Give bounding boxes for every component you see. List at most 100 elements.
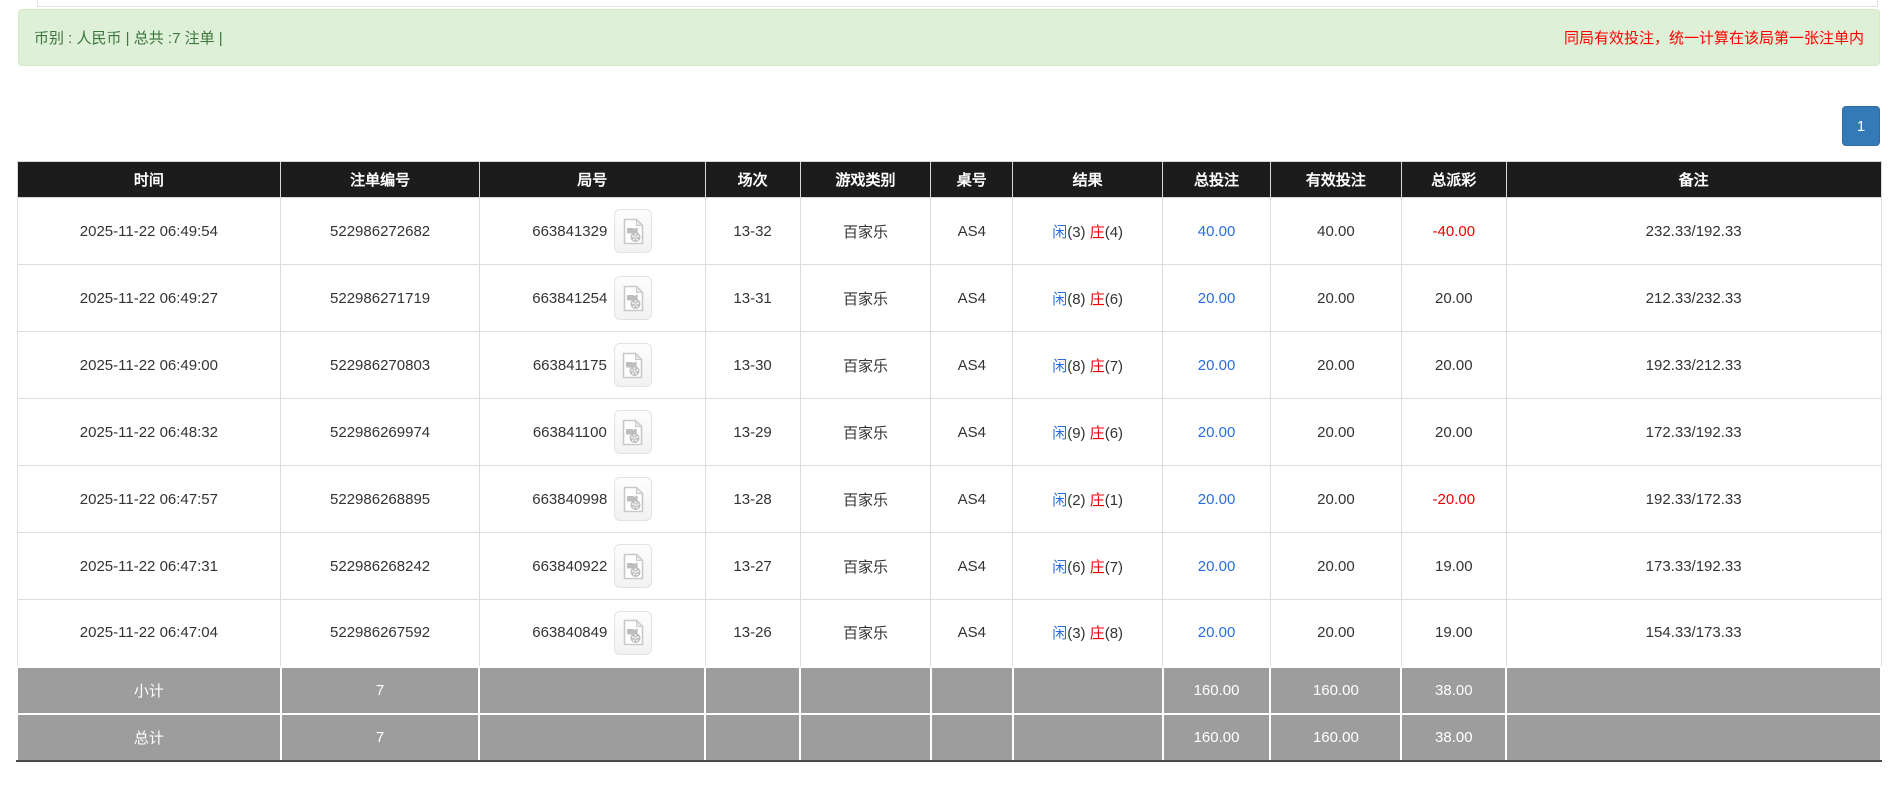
result-player-label: 闲 — [1052, 291, 1067, 308]
column-header-game-type: 游戏类别 — [800, 162, 931, 198]
grandtotal-row: 总计7160.00160.0038.00 — [17, 714, 1881, 761]
cell-game-type: 百家乐 — [800, 399, 931, 466]
cell-game-id: 663840998 — [479, 466, 705, 533]
cell-valid-bet: 20.00 — [1270, 332, 1401, 399]
cell-result: 闲(8) 庄(7) — [1013, 332, 1163, 399]
cell-result: 闲(9) 庄(6) — [1013, 399, 1163, 466]
cell-result: 闲(2) 庄(1) — [1013, 466, 1163, 533]
result-banker-points: (1) — [1105, 492, 1123, 509]
result-player-label: 闲 — [1052, 425, 1067, 442]
result-player-points: (8) — [1067, 358, 1090, 375]
result-player-points: (6) — [1067, 559, 1090, 576]
cell-bet-id: 522986269974 — [281, 399, 480, 466]
result-banker-label: 庄 — [1090, 358, 1105, 375]
summary-count: 7 — [281, 714, 480, 761]
column-header-time: 时间 — [17, 162, 281, 198]
column-header-valid-bet: 有效投注 — [1270, 162, 1401, 198]
video-replay-button[interactable] — [614, 544, 652, 588]
result-banker-points: (6) — [1105, 291, 1123, 308]
video-file-icon — [622, 285, 645, 312]
cell-bet-id: 522986268895 — [281, 466, 480, 533]
summary-empty-result — [1013, 667, 1163, 714]
cell-time: 2025-11-22 06:47:31 — [17, 533, 281, 600]
game-id-wrap: 663841254 — [532, 276, 652, 320]
result-player-label: 闲 — [1052, 224, 1067, 241]
table-row: 2025-11-22 06:49:27522986271719663841254… — [17, 265, 1881, 332]
cell-valid-bet: 20.00 — [1270, 600, 1401, 667]
column-header-session: 场次 — [705, 162, 800, 198]
game-id-wrap: 663841100 — [533, 410, 652, 454]
cell-total-bet: 40.00 — [1163, 198, 1271, 265]
video-file-icon — [621, 352, 644, 379]
cell-time: 2025-11-22 06:47:04 — [17, 600, 281, 667]
cell-valid-bet: 40.00 — [1270, 198, 1401, 265]
cell-total-bet: 20.00 — [1163, 399, 1271, 466]
cell-total-bet: 20.00 — [1163, 466, 1271, 533]
pagination: 1 — [0, 66, 1898, 161]
cell-game-id: 663841175 — [479, 332, 705, 399]
video-replay-button[interactable] — [614, 410, 652, 454]
summary-payout: 38.00 — [1401, 667, 1506, 714]
cutoff-panel-above — [37, 0, 1878, 7]
cell-payout: -20.00 — [1401, 466, 1506, 533]
cell-table-no: AS4 — [931, 265, 1013, 332]
cell-game-id: 663841254 — [479, 265, 705, 332]
notice-text: 同局有效投注，统一计算在该局第一张注单内 — [1564, 27, 1864, 48]
cell-table-no: AS4 — [931, 332, 1013, 399]
cell-session: 13-31 — [705, 265, 800, 332]
currency-summary-text: 币别 : 人民币 | 总共 :7 注单 | — [34, 27, 223, 48]
game-id-value: 663840998 — [532, 491, 607, 508]
game-id-value: 663840922 — [532, 558, 607, 575]
video-file-icon — [622, 218, 645, 245]
cell-remark: 212.33/232.33 — [1506, 265, 1881, 332]
cell-payout: 20.00 — [1401, 399, 1506, 466]
video-file-icon — [622, 553, 645, 580]
cell-game-id: 663840849 — [479, 600, 705, 667]
page-1-button[interactable]: 1 — [1842, 106, 1880, 146]
cell-game-type: 百家乐 — [800, 332, 931, 399]
cell-time: 2025-11-22 06:49:00 — [17, 332, 281, 399]
cell-remark: 192.33/212.33 — [1506, 332, 1881, 399]
summary-payout: 38.00 — [1401, 714, 1506, 761]
table-header-row: 时间注单编号局号场次游戏类别桌号结果总投注有效投注总派彩备注 — [17, 162, 1881, 198]
cell-total-bet: 20.00 — [1163, 265, 1271, 332]
cell-session: 13-27 — [705, 533, 800, 600]
video-replay-button[interactable] — [614, 209, 652, 253]
cell-game-id: 663841100 — [479, 399, 705, 466]
cell-payout: 19.00 — [1401, 600, 1506, 667]
video-file-icon — [622, 486, 645, 513]
result-player-points: (3) — [1067, 625, 1090, 642]
summary-label: 小计 — [17, 667, 281, 714]
result-banker-points: (7) — [1105, 358, 1123, 375]
summary-count: 7 — [281, 667, 480, 714]
cell-valid-bet: 20.00 — [1270, 399, 1401, 466]
cell-session: 13-29 — [705, 399, 800, 466]
game-id-value: 663841175 — [533, 357, 607, 374]
cell-payout: 19.00 — [1401, 533, 1506, 600]
column-header-bet-id: 注单编号 — [281, 162, 480, 198]
video-file-icon — [622, 619, 645, 646]
cell-game-id: 663840922 — [479, 533, 705, 600]
summary-empty-game-id — [479, 667, 705, 714]
cell-game-type: 百家乐 — [800, 265, 931, 332]
summary-empty-remark — [1506, 667, 1881, 714]
cell-table-no: AS4 — [931, 399, 1013, 466]
cell-remark: 232.33/192.33 — [1506, 198, 1881, 265]
table-row: 2025-11-22 06:47:31522986268242663840922… — [17, 533, 1881, 600]
summary-valid-bet: 160.00 — [1270, 714, 1401, 761]
summary-empty-remark — [1506, 714, 1881, 761]
cell-table-no: AS4 — [931, 600, 1013, 667]
video-replay-button[interactable] — [614, 276, 652, 320]
video-replay-button[interactable] — [614, 611, 652, 655]
cell-bet-id: 522986270803 — [281, 332, 480, 399]
cell-payout: 20.00 — [1401, 265, 1506, 332]
column-header-game-id: 局号 — [479, 162, 705, 198]
video-replay-button[interactable] — [614, 343, 652, 387]
subtotal-row: 小计7160.00160.0038.00 — [17, 667, 1881, 714]
result-player-points: (8) — [1067, 291, 1090, 308]
result-banker-label: 庄 — [1090, 625, 1105, 642]
result-banker-label: 庄 — [1090, 425, 1105, 442]
video-replay-button[interactable] — [614, 477, 652, 521]
cell-game-id: 663841329 — [479, 198, 705, 265]
game-id-value: 663840849 — [532, 624, 607, 641]
